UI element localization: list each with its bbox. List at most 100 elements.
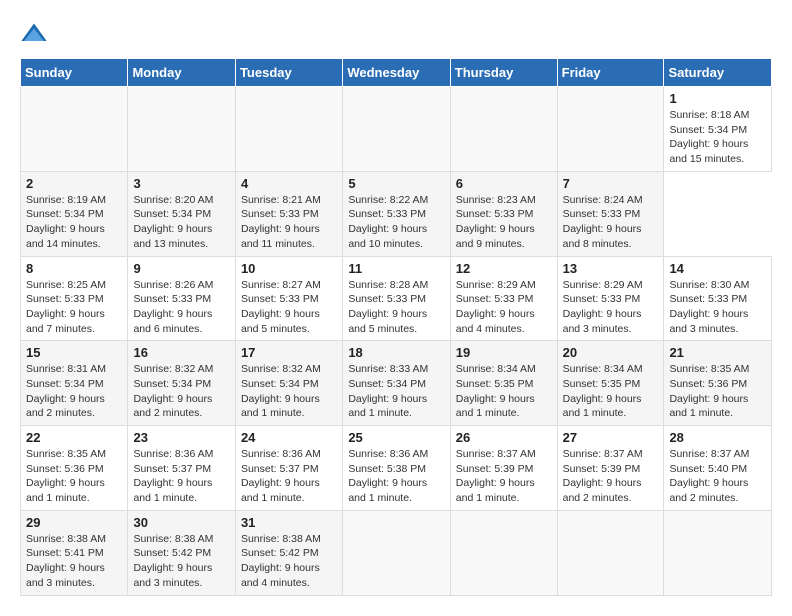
day-info: Sunrise: 8:32 AMSunset: 5:34 PMDaylight:… xyxy=(133,362,229,421)
day-info: Sunrise: 8:38 AMSunset: 5:41 PMDaylight:… xyxy=(26,532,122,591)
day-number: 18 xyxy=(348,345,444,360)
day-cell: 11Sunrise: 8:28 AMSunset: 5:33 PMDayligh… xyxy=(343,256,450,341)
day-info: Sunrise: 8:35 AMSunset: 5:36 PMDaylight:… xyxy=(26,447,122,506)
day-info: Sunrise: 8:27 AMSunset: 5:33 PMDaylight:… xyxy=(241,278,337,337)
day-info: Sunrise: 8:22 AMSunset: 5:33 PMDaylight:… xyxy=(348,193,444,252)
day-cell: 16 Sunrise: 8:32 AMSunset: 5:34 PMDayligh… xyxy=(128,341,235,426)
empty-cell xyxy=(21,87,128,172)
page-header xyxy=(20,20,772,48)
calendar-week-row: 8 Sunrise: 8:25 AMSunset: 5:33 PMDaylight… xyxy=(21,256,772,341)
day-cell: 5 Sunrise: 8:22 AMSunset: 5:33 PMDaylight… xyxy=(343,171,450,256)
day-cell: 6 Sunrise: 8:23 AMSunset: 5:33 PMDaylight… xyxy=(450,171,557,256)
calendar-week-row: 1Sunrise: 8:18 AMSunset: 5:34 PMDaylight… xyxy=(21,87,772,172)
day-number: 22 xyxy=(26,430,122,445)
day-info: Sunrise: 8:29 AMSunset: 5:33 PMDaylight:… xyxy=(563,278,659,337)
day-number: 8 xyxy=(26,261,122,276)
day-cell: 21 Sunrise: 8:35 AMSunset: 5:36 PMDayligh… xyxy=(664,341,772,426)
day-number: 17 xyxy=(241,345,337,360)
day-number: 13 xyxy=(563,261,659,276)
day-info: Sunrise: 8:32 AMSunset: 5:34 PMDaylight:… xyxy=(241,362,337,421)
day-info: Sunrise: 8:34 AMSunset: 5:35 PMDaylight:… xyxy=(563,362,659,421)
day-number: 26 xyxy=(456,430,552,445)
logo xyxy=(20,20,52,48)
day-number: 12 xyxy=(456,261,552,276)
day-info: Sunrise: 8:26 AMSunset: 5:33 PMDaylight:… xyxy=(133,278,229,337)
day-cell: 26Sunrise: 8:37 AMSunset: 5:39 PMDayligh… xyxy=(450,426,557,511)
empty-cell xyxy=(557,87,664,172)
day-cell: 30Sunrise: 8:38 AMSunset: 5:42 PMDayligh… xyxy=(128,510,235,595)
day-number: 10 xyxy=(241,261,337,276)
empty-cell xyxy=(450,87,557,172)
day-cell: 22 Sunrise: 8:35 AMSunset: 5:36 PMDayligh… xyxy=(21,426,128,511)
day-number: 21 xyxy=(669,345,766,360)
calendar-week-row: 2 Sunrise: 8:19 AMSunset: 5:34 PMDaylight… xyxy=(21,171,772,256)
day-number: 4 xyxy=(241,176,337,191)
header-saturday: Saturday xyxy=(664,59,772,87)
day-cell: 29 Sunrise: 8:38 AMSunset: 5:41 PMDayligh… xyxy=(21,510,128,595)
day-info: Sunrise: 8:36 AMSunset: 5:38 PMDaylight:… xyxy=(348,447,444,506)
header-monday: Monday xyxy=(128,59,235,87)
day-cell: 31Sunrise: 8:38 AMSunset: 5:42 PMDayligh… xyxy=(235,510,342,595)
day-info: Sunrise: 8:36 AMSunset: 5:37 PMDaylight:… xyxy=(133,447,229,506)
day-cell: 1Sunrise: 8:18 AMSunset: 5:34 PMDaylight… xyxy=(664,87,772,172)
day-cell: 18 Sunrise: 8:33 AMSunset: 5:34 PMDayligh… xyxy=(343,341,450,426)
header-sunday: Sunday xyxy=(21,59,128,87)
day-cell: 3 Sunrise: 8:20 AMSunset: 5:34 PMDaylight… xyxy=(128,171,235,256)
day-number: 1 xyxy=(669,91,766,106)
day-info: Sunrise: 8:20 AMSunset: 5:34 PMDaylight:… xyxy=(133,193,229,252)
day-info: Sunrise: 8:35 AMSunset: 5:36 PMDaylight:… xyxy=(669,362,766,421)
day-info: Sunrise: 8:25 AMSunset: 5:33 PMDaylight:… xyxy=(26,278,122,337)
day-info: Sunrise: 8:36 AMSunset: 5:37 PMDaylight:… xyxy=(241,447,337,506)
day-number: 15 xyxy=(26,345,122,360)
header-thursday: Thursday xyxy=(450,59,557,87)
day-number: 27 xyxy=(563,430,659,445)
day-cell: 2 Sunrise: 8:19 AMSunset: 5:34 PMDaylight… xyxy=(21,171,128,256)
day-cell: 4Sunrise: 8:21 AMSunset: 5:33 PMDaylight… xyxy=(235,171,342,256)
day-cell: 10 Sunrise: 8:27 AMSunset: 5:33 PMDayligh… xyxy=(235,256,342,341)
header-wednesday: Wednesday xyxy=(343,59,450,87)
day-cell: 23 Sunrise: 8:36 AMSunset: 5:37 PMDayligh… xyxy=(128,426,235,511)
day-info: Sunrise: 8:33 AMSunset: 5:34 PMDaylight:… xyxy=(348,362,444,421)
day-cell: 17 Sunrise: 8:32 AMSunset: 5:34 PMDayligh… xyxy=(235,341,342,426)
calendar-week-row: 15Sunrise: 8:31 AMSunset: 5:34 PMDayligh… xyxy=(21,341,772,426)
day-info: Sunrise: 8:37 AMSunset: 5:39 PMDaylight:… xyxy=(563,447,659,506)
empty-cell xyxy=(450,510,557,595)
day-number: 29 xyxy=(26,515,122,530)
day-number: 16 xyxy=(133,345,229,360)
day-cell: 14 Sunrise: 8:30 AMSunset: 5:33 PMDayligh… xyxy=(664,256,772,341)
calendar-header-row: SundayMondayTuesdayWednesdayThursdayFrid… xyxy=(21,59,772,87)
day-cell: 24 Sunrise: 8:36 AMSunset: 5:37 PMDayligh… xyxy=(235,426,342,511)
day-info: Sunrise: 8:24 AMSunset: 5:33 PMDaylight:… xyxy=(563,193,659,252)
day-cell: 15Sunrise: 8:31 AMSunset: 5:34 PMDayligh… xyxy=(21,341,128,426)
calendar-week-row: 29 Sunrise: 8:38 AMSunset: 5:41 PMDayligh… xyxy=(21,510,772,595)
day-number: 25 xyxy=(348,430,444,445)
calendar-week-row: 22 Sunrise: 8:35 AMSunset: 5:36 PMDayligh… xyxy=(21,426,772,511)
day-cell: 9Sunrise: 8:26 AMSunset: 5:33 PMDaylight… xyxy=(128,256,235,341)
day-number: 6 xyxy=(456,176,552,191)
day-number: 20 xyxy=(563,345,659,360)
day-info: Sunrise: 8:37 AMSunset: 5:40 PMDaylight:… xyxy=(669,447,766,506)
day-cell: 13 Sunrise: 8:29 AMSunset: 5:33 PMDayligh… xyxy=(557,256,664,341)
day-cell: 28Sunrise: 8:37 AMSunset: 5:40 PMDayligh… xyxy=(664,426,772,511)
day-info: Sunrise: 8:19 AMSunset: 5:34 PMDaylight:… xyxy=(26,193,122,252)
day-cell: 27 Sunrise: 8:37 AMSunset: 5:39 PMDayligh… xyxy=(557,426,664,511)
day-number: 2 xyxy=(26,176,122,191)
day-number: 5 xyxy=(348,176,444,191)
empty-cell xyxy=(235,87,342,172)
day-number: 23 xyxy=(133,430,229,445)
day-number: 14 xyxy=(669,261,766,276)
day-info: Sunrise: 8:38 AMSunset: 5:42 PMDaylight:… xyxy=(133,532,229,591)
empty-cell xyxy=(128,87,235,172)
day-cell: 25 Sunrise: 8:36 AMSunset: 5:38 PMDayligh… xyxy=(343,426,450,511)
logo-icon xyxy=(20,20,48,48)
day-number: 7 xyxy=(563,176,659,191)
day-number: 3 xyxy=(133,176,229,191)
day-cell: 7 Sunrise: 8:24 AMSunset: 5:33 PMDaylight… xyxy=(557,171,664,256)
day-number: 24 xyxy=(241,430,337,445)
day-cell: 12Sunrise: 8:29 AMSunset: 5:33 PMDayligh… xyxy=(450,256,557,341)
day-number: 19 xyxy=(456,345,552,360)
day-info: Sunrise: 8:23 AMSunset: 5:33 PMDaylight:… xyxy=(456,193,552,252)
empty-cell xyxy=(343,87,450,172)
empty-cell xyxy=(343,510,450,595)
day-info: Sunrise: 8:30 AMSunset: 5:33 PMDaylight:… xyxy=(669,278,766,337)
